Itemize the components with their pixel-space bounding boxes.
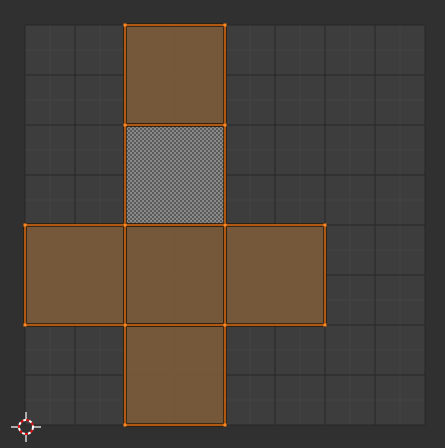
- uv-vertex[interactable]: [223, 323, 227, 327]
- uv-back-face[interactable]: [125, 125, 225, 225]
- uv-top-face[interactable]: [125, 25, 225, 125]
- uv-front-face[interactable]: [125, 225, 225, 325]
- uv-editor-viewport[interactable]: [0, 0, 445, 448]
- uv-vertex[interactable]: [323, 323, 327, 327]
- uv-vertex[interactable]: [123, 123, 127, 127]
- uv-vertex[interactable]: [123, 323, 127, 327]
- uv-vertex[interactable]: [123, 223, 127, 227]
- uv-bottom-face[interactable]: [125, 325, 225, 425]
- uv-vertex[interactable]: [23, 223, 27, 227]
- uv-vertex[interactable]: [223, 23, 227, 27]
- uv-left-face[interactable]: [25, 225, 125, 325]
- uv-canvas[interactable]: [0, 0, 445, 448]
- uv-vertex[interactable]: [123, 23, 127, 27]
- uv-vertex[interactable]: [223, 223, 227, 227]
- 2d-cursor-icon[interactable]: [10, 411, 42, 443]
- uv-vertex[interactable]: [323, 223, 327, 227]
- uv-right-face[interactable]: [225, 225, 325, 325]
- uv-vertex[interactable]: [23, 323, 27, 327]
- uv-vertex[interactable]: [223, 123, 227, 127]
- uv-vertex[interactable]: [123, 423, 127, 427]
- uv-vertex[interactable]: [223, 423, 227, 427]
